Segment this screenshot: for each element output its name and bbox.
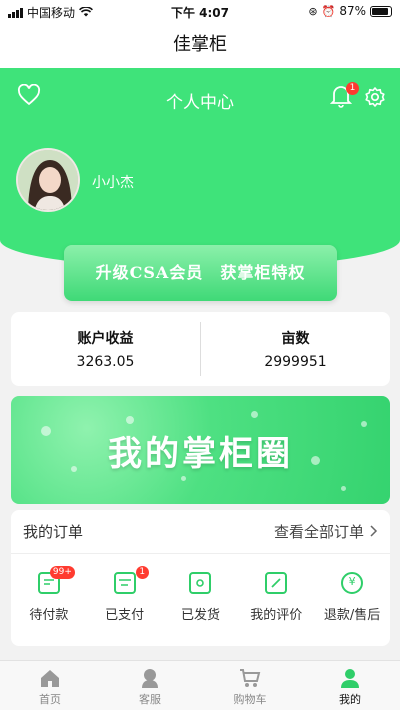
tab-home[interactable]: 首页 (0, 661, 100, 710)
order-status-label: 已支付 (105, 608, 145, 623)
order-status-label: 已发货 (180, 608, 220, 623)
chevron-right-icon (370, 523, 378, 541)
view-all-orders-link[interactable]: 查看全部订单 (274, 521, 378, 542)
rotation-lock-icon: ⊛ (308, 4, 318, 18)
notification-badge: 1 (346, 82, 359, 95)
stat-label: 亩数 (281, 331, 310, 347)
review-icon (265, 572, 288, 594)
order-status-refund[interactable]: ¥ 退款/售后 (317, 572, 387, 623)
home-icon (39, 667, 61, 689)
stat-value: 2999951 (264, 354, 327, 370)
paid-icon (113, 572, 136, 594)
stat-label: 账户收益 (77, 331, 134, 347)
order-status-row: 99+ 待付款 1 已支付 已发货 我的评价 ¥ 退款/售后 (11, 554, 390, 623)
avatar[interactable] (16, 148, 80, 212)
order-status-shipped[interactable]: 已发货 (165, 572, 235, 623)
battery-percent: 87% (339, 4, 366, 18)
refund-icon: ¥ (341, 572, 364, 594)
account-stats-card: 账户收益 3263.05 亩数 2999951 (11, 312, 390, 386)
settings-gear-icon[interactable] (362, 86, 388, 112)
tab-cart[interactable]: 购物车 (200, 661, 300, 710)
status-bar: 中国移动 下午 4:07 ⊛ ⏰ 87% (0, 0, 400, 22)
orders-card: 我的订单 查看全部订单 99+ 待付款 1 已支付 已发货 我的评价 ¥ 退款/… (11, 510, 390, 646)
stat-value: 3263.05 (76, 354, 135, 370)
header-bar: 个人中心 1 (0, 82, 400, 114)
app-title: 佳掌柜 (0, 22, 400, 68)
order-status-review[interactable]: 我的评价 (241, 572, 311, 623)
customer-service-icon (139, 667, 161, 689)
tab-label: 客服 (139, 693, 161, 706)
bottom-tab-bar: 首页 客服 购物车 我的 (0, 660, 400, 710)
tab-label: 购物车 (233, 693, 267, 706)
tab-label: 我的 (339, 693, 361, 706)
orders-header: 我的订单 查看全部订单 (11, 510, 390, 554)
view-all-label: 查看全部订单 (273, 523, 364, 541)
battery-icon (370, 5, 392, 17)
delivery-icon (189, 572, 212, 594)
orders-title: 我的订单 (23, 523, 84, 541)
order-status-label: 待付款 (29, 608, 69, 623)
tab-customer-service[interactable]: 客服 (100, 661, 200, 710)
alarm-icon: ⏰ (321, 4, 336, 18)
order-badge: 1 (135, 566, 149, 579)
my-circle-banner[interactable]: 我的掌柜圈 (11, 396, 390, 504)
order-badge: 99+ (49, 566, 75, 579)
cart-icon (239, 667, 261, 689)
banner-title: 我的掌柜圈 (108, 434, 293, 474)
order-status-pending-payment[interactable]: 99+ 待付款 (14, 566, 84, 623)
username[interactable]: 小小杰 (92, 172, 134, 192)
user-icon (339, 667, 361, 689)
tab-mine[interactable]: 我的 (300, 661, 400, 710)
order-status-label: 退款/售后 (323, 608, 381, 623)
tab-label: 首页 (39, 693, 61, 706)
order-status-paid[interactable]: 1 已支付 (90, 566, 160, 623)
stat-earnings[interactable]: 账户收益 3263.05 (11, 312, 200, 386)
stat-acreage[interactable]: 亩数 2999951 (201, 312, 390, 386)
order-status-label: 我的评价 (250, 608, 303, 623)
upgrade-csa-button[interactable]: 升级CSA会员 获掌柜特权 (64, 245, 337, 301)
